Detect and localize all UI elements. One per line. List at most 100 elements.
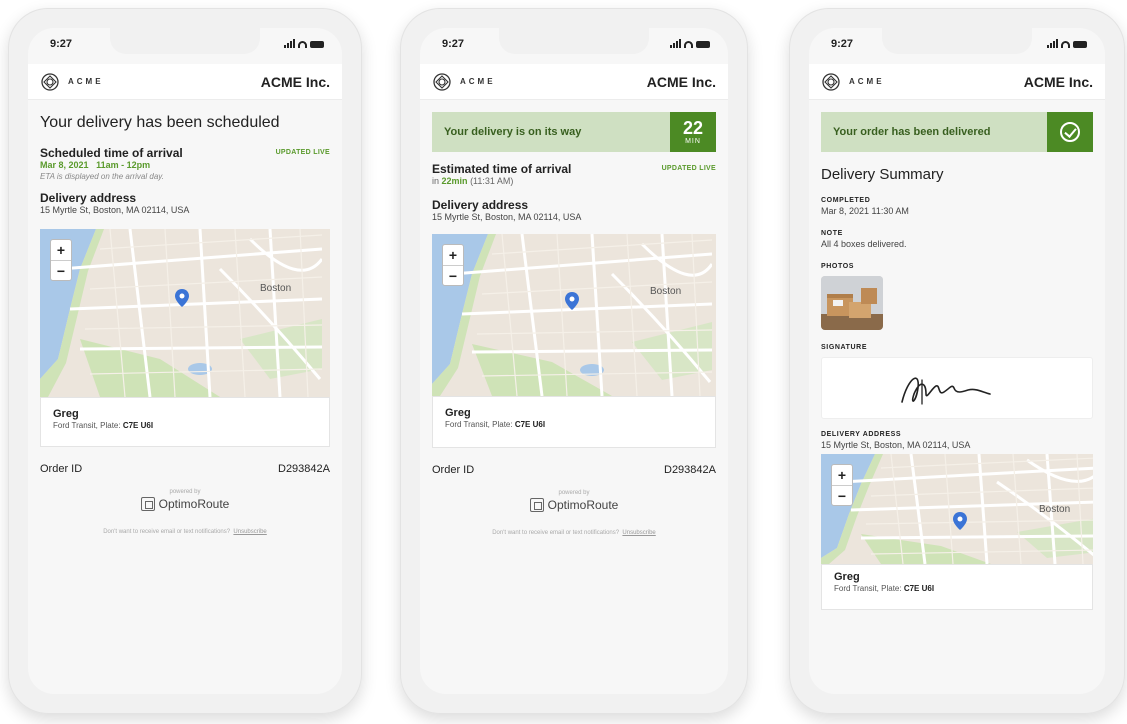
app-header: ACME ACME Inc. <box>809 64 1105 100</box>
address-label: Delivery address <box>432 198 529 212</box>
vehicle-plate: C7E U6I <box>122 421 154 430</box>
signature-box <box>821 357 1093 419</box>
eta-label: Estimated time of arrival <box>432 162 572 176</box>
driver-card: Greg Ford Transit, Plate: C7E U6I <box>40 397 330 447</box>
acme-logo-icon <box>41 72 59 91</box>
main-content: Your order has been delivered Delivery S… <box>809 100 1105 694</box>
acme-logo: ACME <box>40 72 104 92</box>
eta-section: Estimated time of arrival in 22min (11:3… <box>432 162 716 186</box>
wifi-icon <box>1061 41 1070 48</box>
map-graphic <box>40 229 322 397</box>
unsubscribe-link[interactable]: Unsubscribe <box>622 530 655 536</box>
eta-note: ETA is displayed on the arrival day. <box>40 172 164 181</box>
updated-live-badge: UPDATED LIVE <box>275 149 330 156</box>
delivery-address-label: DELIVERY ADDRESS <box>821 431 902 438</box>
unsubscribe-line: Don't want to receive email or text noti… <box>40 529 330 535</box>
map-city-label: Boston <box>650 286 682 297</box>
vehicle-info: Ford Transit, Plate: C7E U6I <box>53 421 317 430</box>
signal-icon <box>284 39 295 48</box>
minutes-value: 22 <box>682 118 704 138</box>
zoom-out-button[interactable]: − <box>832 485 852 505</box>
phone-screen: 9:27 ACME ACME Inc. Your delivery has be… <box>28 28 342 694</box>
vehicle-label: Ford Transit, Plate: <box>445 420 513 429</box>
delivery-photo[interactable] <box>821 276 883 330</box>
zoom-in-button[interactable]: + <box>51 240 71 260</box>
optimoroute-logo-icon <box>529 498 544 512</box>
status-banner-text: Your order has been delivered <box>833 126 991 138</box>
acme-logo: ACME <box>821 72 885 92</box>
logo-text: ACME <box>460 77 496 86</box>
order-id-label: Order ID <box>432 464 475 476</box>
address-label: Delivery address <box>40 191 137 205</box>
vehicle-label: Ford Transit, Plate: <box>834 584 902 593</box>
vehicle-info: Ford Transit, Plate: C7E U6I <box>445 420 703 429</box>
phone-on-its-way: 9:27 ACME ACME Inc. Your delivery is on … <box>400 8 748 714</box>
optimoroute-logo: OptimoRoute <box>40 497 330 511</box>
main-content: Your delivery has been scheduled Schedul… <box>28 100 342 694</box>
vehicle-info: Ford Transit, Plate: C7E U6I <box>834 584 1080 593</box>
app-header: ACME ACME Inc. <box>28 64 342 100</box>
location-pin-icon <box>565 292 579 310</box>
zoom-in-button[interactable]: + <box>443 245 463 265</box>
order-id-label: Order ID <box>40 463 83 475</box>
notch <box>110 28 260 54</box>
delivery-map[interactable]: + − Boston <box>40 229 330 397</box>
battery-icon <box>696 41 710 48</box>
eta-value: in 22min (11:31 AM) <box>432 176 571 186</box>
signal-icon <box>1047 39 1058 48</box>
status-icons <box>284 39 324 48</box>
status-banner: Your delivery is on its way 22 MIN <box>432 112 716 152</box>
wifi-icon <box>684 41 693 48</box>
driver-card: Greg Ford Transit, Plate: C7E U6I <box>432 396 716 448</box>
company-name: ACME Inc. <box>260 73 330 90</box>
unsubscribe-line: Don't want to receive email or text noti… <box>432 530 716 536</box>
map-zoom-control: + − <box>831 464 853 506</box>
arrival-time-window: 11am - 12pm <box>96 160 151 170</box>
minutes-badge: 22 MIN <box>670 112 716 152</box>
status-time: 9:27 <box>442 38 465 50</box>
page-title: Your delivery has been scheduled <box>40 114 280 131</box>
map-zoom-control: + − <box>50 239 72 281</box>
delivery-map[interactable]: + − Boston <box>432 234 716 396</box>
acme-logo-icon <box>433 72 451 91</box>
zoom-out-button[interactable]: − <box>51 260 71 280</box>
unsubscribe-text: Don't want to receive email or text noti… <box>492 530 620 536</box>
optimoroute-logo-icon <box>140 497 155 511</box>
signature-image <box>901 377 991 405</box>
delivered-badge <box>1047 112 1093 152</box>
location-pin-icon <box>175 289 189 307</box>
check-circle-icon <box>1060 122 1080 142</box>
summary-title: Delivery Summary <box>821 166 944 183</box>
zoom-in-button[interactable]: + <box>832 465 852 485</box>
completed-label: COMPLETED <box>821 197 871 204</box>
app-header: ACME ACME Inc. <box>420 64 728 100</box>
battery-icon <box>310 41 324 48</box>
unsubscribe-text: Don't want to receive email or text noti… <box>103 529 231 535</box>
phone-screen: 9:27 ACME ACME Inc. Your order has been … <box>809 28 1105 694</box>
status-banner: Your order has been delivered <box>821 112 1093 152</box>
eta-clock: (11:31 AM) <box>470 176 514 186</box>
main-content: Your delivery is on its way 22 MIN Estim… <box>420 100 728 694</box>
unsubscribe-link[interactable]: Unsubscribe <box>233 529 266 535</box>
arrival-label: Scheduled time of arrival <box>40 146 183 160</box>
notch <box>499 28 649 54</box>
order-id-value: D293842A <box>664 464 716 476</box>
vehicle-plate: C7E U6I <box>903 584 935 593</box>
logo-text: ACME <box>849 77 885 86</box>
address-value: 15 Myrtle St, Boston, MA 02114, USA <box>40 205 190 215</box>
boxes-photo-image <box>821 276 883 330</box>
zoom-out-button[interactable]: − <box>443 265 463 285</box>
optimoroute-name: OptimoRoute <box>158 497 230 511</box>
location-pin-icon <box>953 512 967 530</box>
photos-label: PHOTOS <box>821 263 855 270</box>
acme-logo-icon <box>822 72 840 91</box>
delivery-map[interactable]: + − Boston <box>821 454 1093 564</box>
status-icons <box>1047 39 1087 48</box>
arrival-date: Mar 8, 2021 <box>40 160 89 170</box>
map-city-label: Boston <box>260 283 292 294</box>
phone-delivered: 9:27 ACME ACME Inc. Your order has been … <box>789 8 1125 714</box>
phone-screen: 9:27 ACME ACME Inc. Your delivery is on … <box>420 28 728 694</box>
powered-by-label: powered by <box>169 489 201 495</box>
phone-scheduled: 9:27 ACME ACME Inc. Your delivery has be… <box>8 8 362 714</box>
minutes-unit: MIN <box>685 138 701 145</box>
